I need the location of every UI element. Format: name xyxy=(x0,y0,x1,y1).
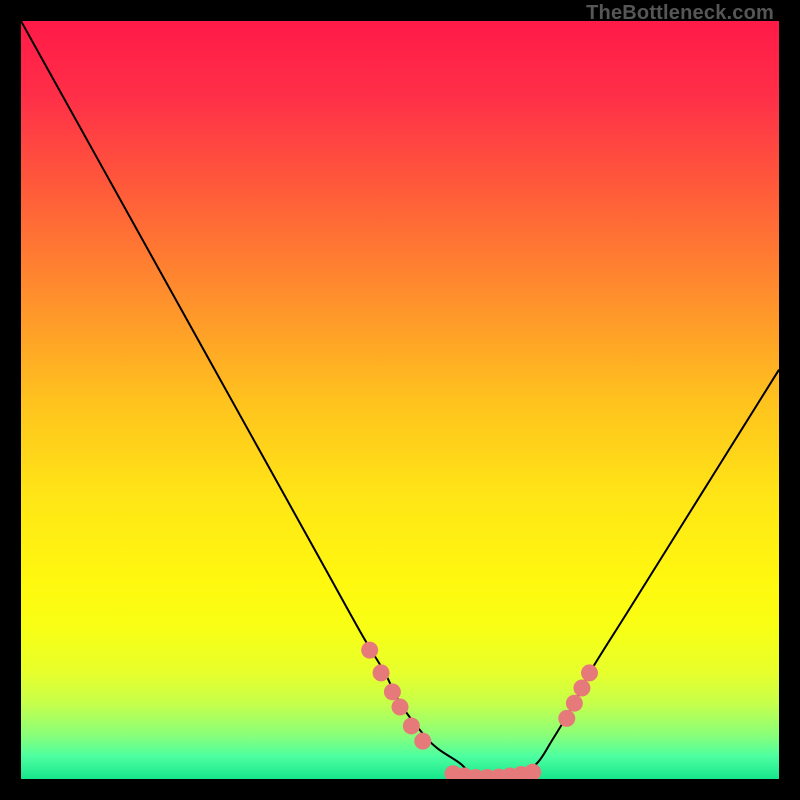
highlight-dot xyxy=(403,717,420,734)
gradient-background xyxy=(21,21,779,779)
highlight-dot xyxy=(581,664,598,681)
highlight-dot xyxy=(392,698,409,715)
highlight-dot xyxy=(384,683,401,700)
highlight-dot xyxy=(361,642,378,659)
highlight-dot xyxy=(566,695,583,712)
highlight-dot xyxy=(373,664,390,681)
bottleneck-chart xyxy=(21,21,779,779)
plot-area xyxy=(21,21,779,779)
chart-frame: TheBottleneck.com xyxy=(0,0,800,800)
highlight-dot xyxy=(573,680,590,697)
highlight-dot xyxy=(558,710,575,727)
highlight-dot xyxy=(414,733,431,750)
